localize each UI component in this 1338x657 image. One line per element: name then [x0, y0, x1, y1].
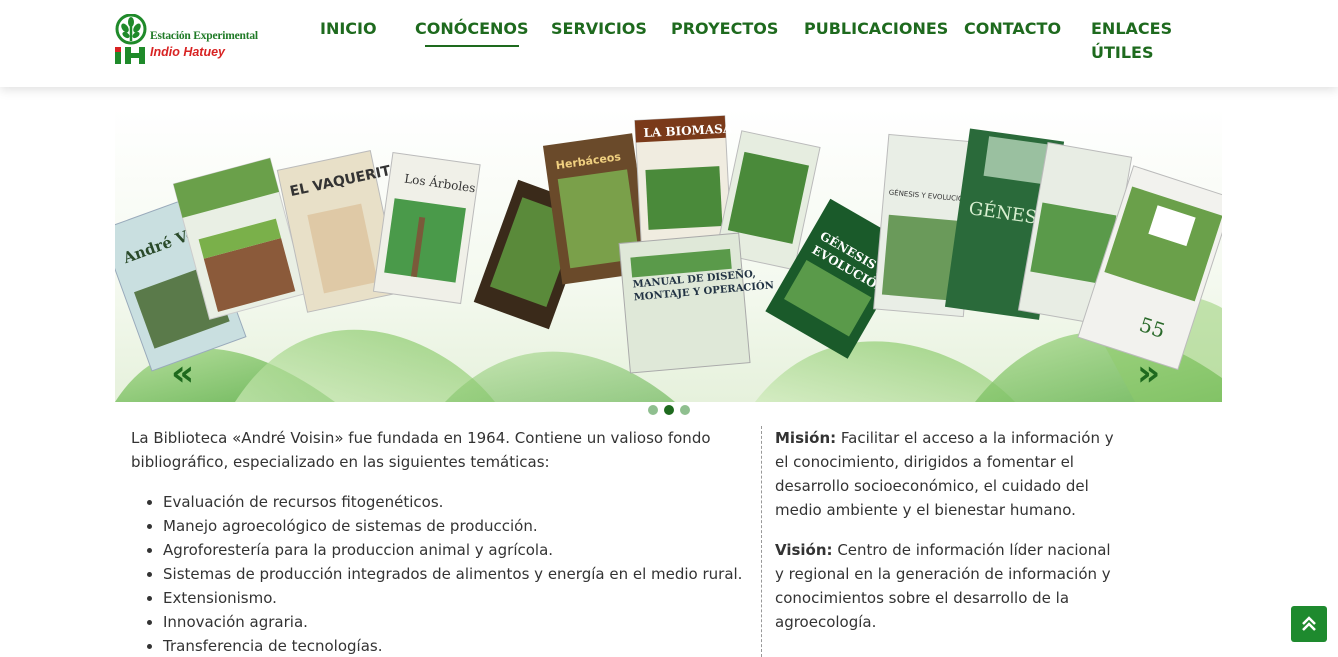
double-chevron-up-icon [1302, 616, 1316, 631]
nav-enlaces-line2: ÚTILES [1091, 43, 1154, 62]
back-to-top-button[interactable] [1291, 606, 1327, 642]
mission-paragraph: Misión: Facilitar el acceso a la informa… [775, 426, 1120, 522]
logo-line1: Estación Experimental [150, 30, 258, 42]
column-divider [761, 426, 762, 657]
topic-item: Extensionismo. [163, 586, 751, 610]
nav-conocenos[interactable]: CONÓCENOS [415, 17, 529, 47]
topic-item: Sistemas de producción integrados de ali… [163, 562, 751, 586]
nav-publicaciones[interactable]: PUBLICACIONES [804, 17, 948, 41]
nav-enlaces-utiles[interactable]: ENLACES ÚTILES [1091, 17, 1172, 65]
topic-item: Agroforestería para la produccion animal… [163, 538, 751, 562]
library-description: La Biblioteca «André Voisin» fue fundada… [131, 426, 751, 657]
site-logo[interactable]: Estación Experimental Indio Hatuey [114, 13, 258, 66]
topic-item: Transferencia de tecnologías. [163, 634, 751, 657]
nav-contacto[interactable]: CONTACTO [964, 17, 1061, 41]
nav-proyectos[interactable]: PROYECTOS [671, 17, 778, 41]
nav-inicio[interactable]: INICIO [320, 17, 377, 41]
topic-item: Evaluación de recursos fitogenéticos. [163, 490, 751, 514]
topics-list: Evaluación de recursos fitogenéticos. Ma… [131, 490, 751, 657]
carousel-dot-3[interactable] [680, 405, 690, 415]
book-carousel[interactable]: André Voisin EL VAQUERITO Los Árboles He… [115, 108, 1222, 402]
topic-item: Manejo agroecológico de sistemas de prod… [163, 514, 751, 538]
vision-paragraph: Visión: Centro de información líder naci… [775, 538, 1120, 634]
carousel-next-button[interactable]: » [1137, 356, 1160, 392]
nav-servicios[interactable]: SERVICIOS [551, 17, 647, 41]
leaf-ih-logo-icon [115, 13, 147, 64]
carousel-prev-button[interactable]: « [171, 356, 194, 392]
library-intro: La Biblioteca «André Voisin» fue fundada… [131, 429, 711, 471]
logo-line2: Indio Hatuey [150, 45, 226, 59]
site-header: Estación Experimental Indio Hatuey INICI… [0, 0, 1338, 87]
vision-label: Visión: [775, 541, 833, 559]
book-los-arboles: Los Árboles [372, 152, 481, 305]
topic-item: Innovación agraria. [163, 610, 751, 634]
mission-vision: Misión: Facilitar el acceso a la informa… [775, 426, 1120, 650]
carousel-dot-2[interactable] [664, 405, 674, 415]
carousel-slide-image: André Voisin EL VAQUERITO Los Árboles He… [115, 115, 1222, 402]
nav-conocenos-label: CONÓCENOS [415, 19, 529, 38]
nav-active-underline [425, 45, 519, 47]
carousel-dot-1[interactable] [648, 405, 658, 415]
nav-enlaces-line1: ENLACES [1091, 19, 1173, 38]
mission-label: Misión: [775, 429, 837, 447]
